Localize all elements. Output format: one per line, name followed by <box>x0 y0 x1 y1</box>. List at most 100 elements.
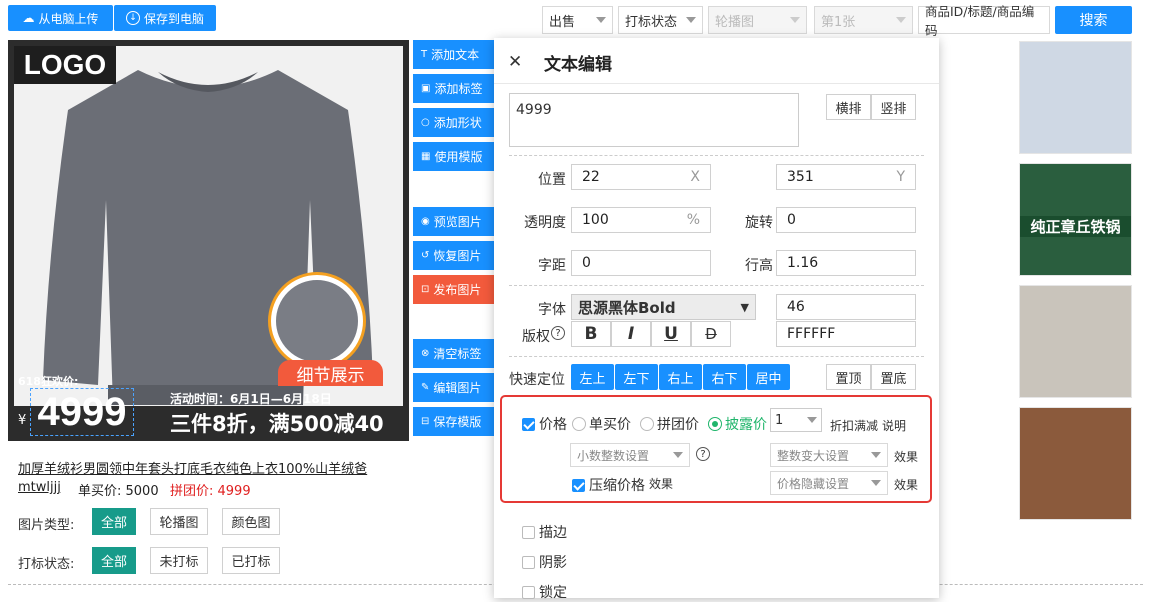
shop-name[interactable]: mtwljjj <box>18 480 61 495</box>
clear-labels-icon: ⊗ <box>421 348 430 359</box>
color-input[interactable]: FFFFFF <box>776 321 916 347</box>
group-price-radio[interactable]: 拼团价 <box>640 414 699 434</box>
strikethrough-button[interactable]: D <box>691 321 731 347</box>
position-label: 位置 <box>538 172 566 188</box>
exposed-price-radio[interactable]: 披露价 <box>708 414 767 434</box>
price-hide-select[interactable]: 价格隐藏设置 <box>770 471 888 495</box>
help-icon[interactable]: ? <box>551 326 565 340</box>
logo: LOGO <box>14 46 116 84</box>
explain-link[interactable]: 说明 <box>882 417 906 434</box>
quick-position-2[interactable]: 右上 <box>659 364 702 390</box>
save-template-button[interactable]: ⊟ 保存模版 <box>413 407 494 436</box>
price-text[interactable]: 4999 <box>30 388 134 436</box>
quick-position-1[interactable]: 左下 <box>615 364 658 390</box>
clear-labels-button[interactable]: ⊗ 清空标签 <box>413 339 494 368</box>
product-title[interactable]: 加厚羊绒衫男圆领中年套头打底毛衣纯色上衣100%山羊绒爸 <box>18 458 367 477</box>
mark-unmarked[interactable]: 未打标 <box>150 547 208 574</box>
text-content-input[interactable]: 4999 <box>509 93 799 147</box>
preview-image-button[interactable]: ◉ 预览图片 <box>413 207 494 236</box>
mark-status-select[interactable]: 打标状态 <box>618 6 703 34</box>
shadow-checkbox[interactable]: 阴影 <box>522 552 567 572</box>
chevron-down-icon <box>790 17 800 23</box>
send-bottom-button[interactable]: 置底 <box>871 364 916 390</box>
help-icon[interactable]: ? <box>696 447 710 461</box>
font-label: 字体 <box>538 302 566 318</box>
compress-price-checkbox[interactable]: 压缩价格 <box>572 475 645 495</box>
add-text-icon: T <box>421 49 428 60</box>
font-select[interactable]: 思源黑体Bold ▼ <box>571 294 756 320</box>
product-thumbnail[interactable] <box>1019 407 1132 520</box>
bold-button[interactable]: B <box>571 321 611 347</box>
product-thumbnail[interactable]: 纯正章丘铁锅 <box>1019 163 1132 276</box>
upload-button[interactable]: ☁ 从电脑上传 <box>8 5 113 31</box>
type-all[interactable]: 全部 <box>92 508 136 535</box>
position-x-input[interactable]: 22 X <box>571 164 711 190</box>
vertical-button[interactable]: 竖排 <box>871 94 916 120</box>
add-text-button[interactable]: T 添加文本 <box>413 40 494 69</box>
rotate-input[interactable]: 0 <box>776 207 916 233</box>
type-color[interactable]: 颜色图 <box>222 508 280 535</box>
search-button[interactable]: 搜索 <box>1055 6 1132 34</box>
add-label-button[interactable]: ▣ 添加标签 <box>413 74 494 103</box>
chevron-down-icon <box>871 452 881 458</box>
save-to-pc-button[interactable]: ↓ 保存到电脑 <box>114 5 216 31</box>
compress-effect-link[interactable]: 效果 <box>649 475 673 492</box>
position-y-input[interactable]: 351 Y <box>776 164 916 190</box>
decimal-setting-select[interactable]: 小数整数设置 <box>570 443 690 467</box>
detail-circle <box>271 275 363 367</box>
rotate-label: 旋转 <box>745 215 773 231</box>
effect-link[interactable]: 效果 <box>894 448 918 465</box>
product-thumbnail[interactable] <box>1019 41 1132 154</box>
letter-spacing-label: 字距 <box>538 258 566 274</box>
stroke-checkbox[interactable]: 描边 <box>522 522 567 542</box>
underline-button[interactable]: U <box>651 321 691 347</box>
use-template-button[interactable]: ▦ 使用模版 <box>413 142 494 171</box>
activity-text: 活动时间：6月1日—6月18日 <box>170 392 332 406</box>
chevron-down-icon <box>871 480 881 486</box>
sale-status-select[interactable]: 出售 <box>542 6 613 34</box>
cloud-upload-icon: ☁ <box>22 11 35 25</box>
type-carousel[interactable]: 轮播图 <box>150 508 208 535</box>
restore-image-button[interactable]: ↺ 恢复图片 <box>413 241 494 270</box>
quick-position-4[interactable]: 居中 <box>747 364 790 390</box>
carousel-select[interactable]: 轮播图 <box>708 6 807 34</box>
product-image: LOGO 细节展示 618狂欢价: ¥ 4999 活动时间：6月1日—6月18日… <box>8 40 409 441</box>
side-button-label: 添加标签 <box>434 82 483 96</box>
add-shape-button[interactable]: ○ 添加形状 <box>413 108 494 137</box>
font-size-input[interactable]: 46 <box>776 294 916 320</box>
side-button-label: 添加形状 <box>433 116 482 130</box>
int-enlarge-select[interactable]: 整数变大设置 <box>770 443 888 467</box>
edit-image-icon: ✎ <box>421 382 430 393</box>
lock-checkbox[interactable]: 锁定 <box>522 582 567 602</box>
quick-position-0[interactable]: 左上 <box>571 364 614 390</box>
exposed-value-select[interactable]: 1 <box>770 408 822 432</box>
add-label-icon: ▣ <box>421 83 431 94</box>
copyright-label: 版权 <box>522 329 550 345</box>
opacity-input[interactable]: 100% <box>571 207 711 233</box>
bring-top-button[interactable]: 置顶 <box>826 364 871 390</box>
line-height-input[interactable]: 1.16 <box>776 250 916 276</box>
single-price-radio[interactable]: 单买价 <box>572 414 631 434</box>
horizontal-button[interactable]: 横排 <box>826 94 871 120</box>
price-checkbox[interactable]: 价格 <box>522 414 567 434</box>
side-button-label: 保存模版 <box>433 415 482 429</box>
publish-image-button[interactable]: ⊡ 发布图片 <box>413 275 494 304</box>
side-button-label: 发布图片 <box>433 283 482 297</box>
quick-position-3[interactable]: 右下 <box>703 364 746 390</box>
effect-link[interactable]: 效果 <box>894 476 918 493</box>
mark-all[interactable]: 全部 <box>92 547 136 574</box>
letter-spacing-input[interactable]: 0 <box>571 250 711 276</box>
close-icon[interactable]: ✕ <box>508 52 522 72</box>
index-select[interactable]: 第1张 <box>814 6 913 34</box>
search-input[interactable]: 商品ID/标题/商品编码 <box>918 4 1050 38</box>
mark-marked[interactable]: 已打标 <box>222 547 280 574</box>
dropdown-arrow-icon: ▼ <box>740 300 749 314</box>
italic-button[interactable]: I <box>611 321 651 347</box>
product-thumbnail[interactable] <box>1019 285 1132 398</box>
edit-image-button[interactable]: ✎ 编辑图片 <box>413 373 494 402</box>
publish-image-icon: ⊡ <box>421 284 430 295</box>
text-editor-panel: ✕ 文本编辑 4999 横排 竖排 位置 22 X 351 Y 透明度 100% 旋… <box>494 38 939 601</box>
side-button-label: 恢复图片 <box>433 249 482 263</box>
chevron-down-icon <box>673 452 683 458</box>
chevron-down-icon <box>807 417 817 423</box>
